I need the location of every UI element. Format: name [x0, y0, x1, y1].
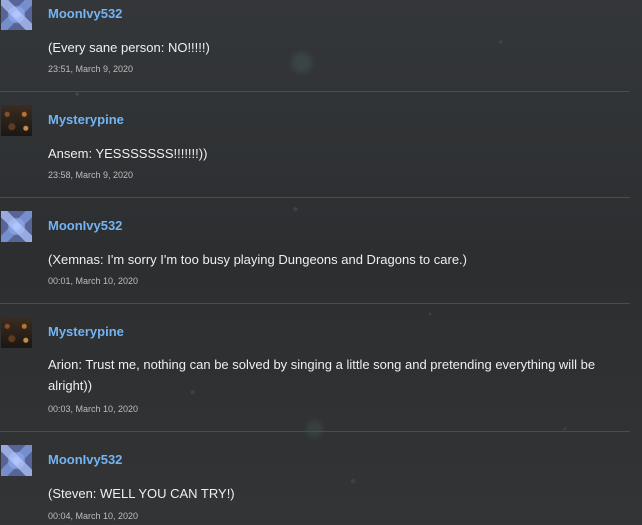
user-avatar[interactable]: [1, 105, 32, 136]
comment-text: (Xemnas: I'm sorry I'm too busy playing …: [48, 252, 467, 267]
comment-timestamp[interactable]: 00:03, March 10, 2020: [48, 404, 138, 415]
comment-timestamp[interactable]: 00:04, March 10, 2020: [48, 511, 138, 522]
comment-timestamp[interactable]: 23:58, March 9, 2020: [48, 170, 133, 181]
comment-author[interactable]: MoonIvy532: [48, 6, 122, 22]
comment-timestamp[interactable]: 00:01, March 10, 2020: [48, 276, 138, 287]
comment: MoonIvy532 (Every sane person: NO!!!!!) …: [0, 0, 630, 92]
comment-timestamp[interactable]: 23:51, March 9, 2020: [48, 64, 133, 75]
comment-author[interactable]: Mysterypine: [48, 112, 124, 128]
comment-text: (Every sane person: NO!!!!!): [48, 40, 210, 55]
user-avatar[interactable]: [1, 445, 32, 476]
comment-author[interactable]: MoonIvy532: [48, 452, 122, 468]
comment-author[interactable]: MoonIvy532: [48, 218, 122, 234]
user-avatar[interactable]: [1, 317, 32, 348]
comment: Mysterypine Arion: Trust me, nothing can…: [0, 304, 630, 432]
comment-text: Ansem: YESSSSSSS!!!!!!!)): [48, 146, 208, 161]
comment: Mysterypine Ansem: YESSSSSSS!!!!!!!)) 23…: [0, 92, 630, 198]
comment-text: Arion: Trust me, nothing can be solved b…: [48, 357, 596, 393]
comment: MoonIvy532 (Steven: WELL YOU CAN TRY!) 0…: [0, 432, 630, 525]
comment-thread: MoonIvy532 (Every sane person: NO!!!!!) …: [0, 0, 630, 525]
comment-author[interactable]: Mysterypine: [48, 324, 124, 340]
comment-text: (Steven: WELL YOU CAN TRY!): [48, 486, 235, 501]
user-avatar[interactable]: [1, 0, 32, 30]
comment: MoonIvy532 (Xemnas: I'm sorry I'm too bu…: [0, 198, 630, 304]
user-avatar[interactable]: [1, 211, 32, 242]
